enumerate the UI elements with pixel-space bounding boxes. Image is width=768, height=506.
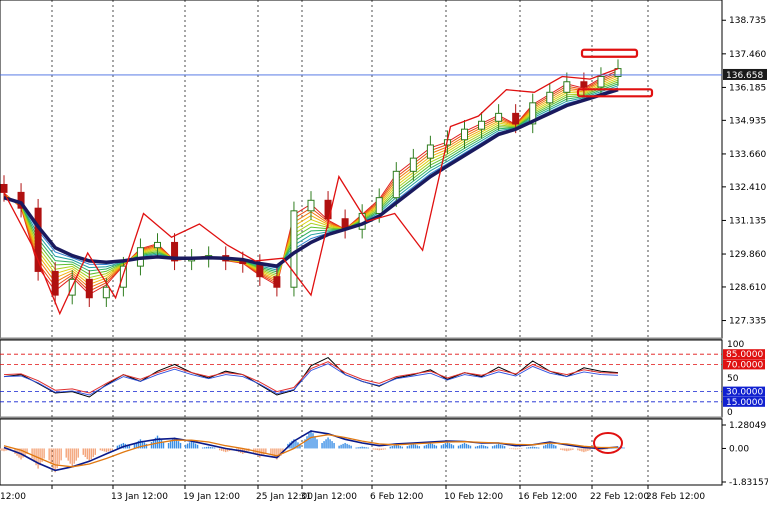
ribbon-line <box>3 75 619 285</box>
candle-body <box>392 170 400 199</box>
current-price-badge: 136.658 <box>723 68 767 81</box>
candle-body <box>409 157 417 172</box>
price-tick-label: 128.610 <box>729 283 766 293</box>
oscillator-level-label: 30.0000 <box>726 388 763 398</box>
candle-body <box>478 120 486 130</box>
ribbon-line <box>3 77 619 282</box>
candle-body <box>426 144 434 159</box>
macd-highlight-circle <box>593 432 623 454</box>
time-tick-label: 22 Feb 12:00 <box>590 492 649 502</box>
time-axis: 12:00 13 Jan 12:00 19 Jan 12:00 25 Jan 12:0… <box>0 485 705 502</box>
macd-histogram <box>0 430 625 473</box>
time-tick-label: 10 Feb 12:00 <box>444 492 503 502</box>
candle-body <box>580 81 588 88</box>
oscillator-tick-label: 100 <box>727 340 744 350</box>
candle-body <box>85 278 93 299</box>
oscillator-level-label: 70.0000 <box>726 360 763 370</box>
candle-body <box>495 112 503 122</box>
oscillator-tick-label: 50 <box>727 374 739 384</box>
time-tick-label: 6 Feb 12:00 <box>370 492 424 502</box>
macd-tick-label: 1.28049 <box>729 421 766 431</box>
candle-body <box>0 183 8 193</box>
price-tick-label: 134.935 <box>729 116 766 126</box>
ribbon-line <box>3 73 619 289</box>
time-tick-label: 28 Feb 12:00 <box>646 492 705 502</box>
candle-body <box>51 270 59 296</box>
candle-body <box>512 112 520 125</box>
time-tick-label: 19 Jan 12:00 <box>183 492 240 502</box>
oscillator-lines <box>3 356 619 398</box>
candle-body <box>102 286 110 299</box>
oscillator-level-label: 15.0000 <box>726 398 763 408</box>
ribbon-line <box>3 71 619 292</box>
price-tick-label: 132.410 <box>729 183 766 193</box>
time-gridlines <box>51 0 649 485</box>
candle-body <box>546 91 554 104</box>
resistance-box <box>580 48 639 58</box>
ribbon-line <box>3 81 619 275</box>
price-tick-label: 138.735 <box>729 16 766 26</box>
price-tick-label: 129.860 <box>729 250 766 260</box>
chart-canvas: 138.735 137.460 136.185 134.935 133.660 132.4… <box>0 0 768 502</box>
candle-body <box>307 199 315 212</box>
time-tick-label: 16 Feb 12:00 <box>518 492 577 502</box>
candle-body <box>461 128 468 141</box>
ribbon-line <box>3 79 619 279</box>
macd-tick-label: 0.00 <box>729 444 749 454</box>
current-price-label: 136.658 <box>726 71 763 81</box>
candle-body <box>563 81 571 93</box>
time-tick-label: 12:00 <box>0 492 26 502</box>
macd-tick-label: -1.83157 <box>729 478 768 488</box>
price-tick-label: 136.185 <box>729 83 766 93</box>
price-tick-label: 137.460 <box>729 50 766 60</box>
macd-axis: 1.28049 0.00 -1.83157 <box>722 421 768 488</box>
oscillator-level-label: 85.0000 <box>726 350 763 360</box>
price-tick-label: 133.660 <box>729 150 766 160</box>
price-axis: 138.735 137.460 136.185 134.935 133.660 132.4… <box>722 16 766 327</box>
candle-body <box>597 75 605 88</box>
candle-body <box>154 241 161 249</box>
candles <box>0 59 622 307</box>
time-tick-label: 13 Jan 12:00 <box>111 492 168 502</box>
macd-lines <box>3 430 619 472</box>
oscillator-tick-label: 0 <box>727 408 733 418</box>
time-tick-label: 31 Jan 12:00 <box>300 492 357 502</box>
candle-body <box>375 197 383 214</box>
price-tick-label: 127.335 <box>729 317 766 327</box>
price-tick-label: 131.135 <box>729 216 766 226</box>
candle-body <box>273 276 281 288</box>
